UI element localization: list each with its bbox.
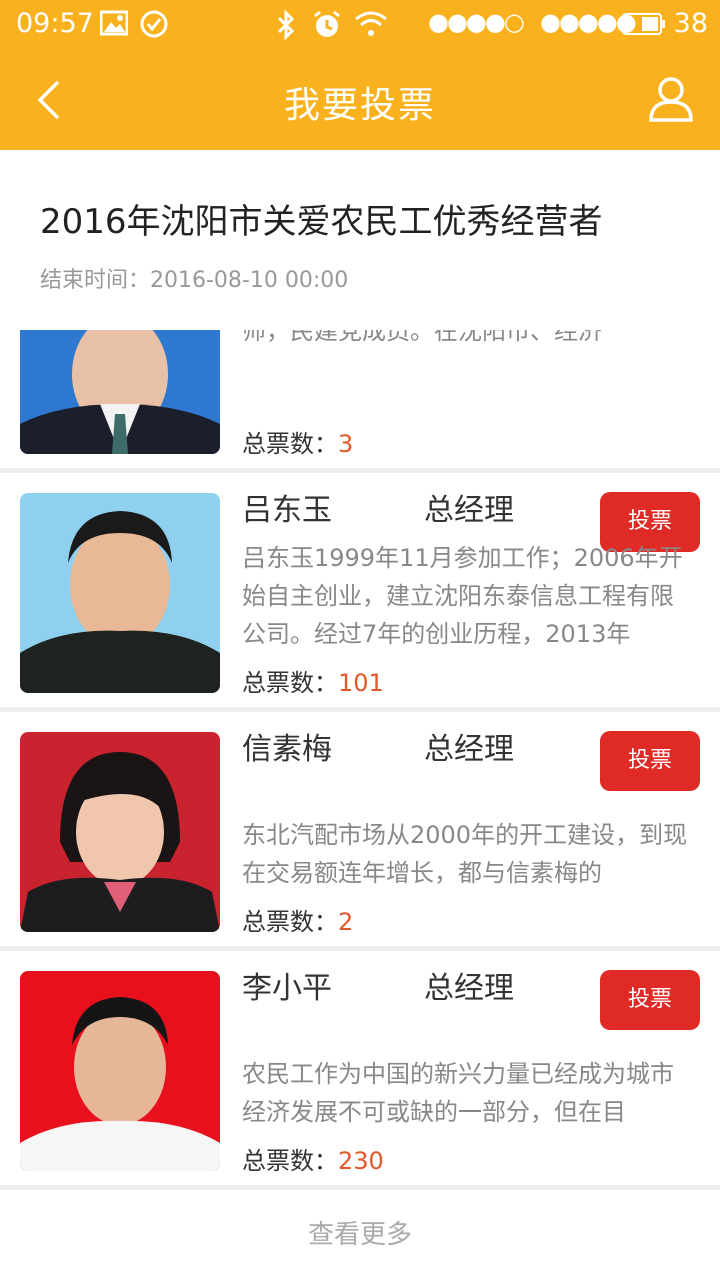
candidate-photo: [20, 493, 220, 693]
app-bar: 我要投票: [0, 50, 720, 150]
candidate-description: 东北汽配市场从2000年的开工建设，到现在交易额连年增长，都与信素梅的: [242, 821, 688, 887]
vote-count: 总票数：230: [242, 1141, 384, 1176]
signal-2: ●●●●●: [540, 8, 637, 36]
load-more-button[interactable]: 查看更多: [0, 1190, 720, 1280]
battery-level: 38: [673, 8, 708, 39]
candidate-card[interactable]: 吕东玉 总经理 投票 吕东玉1999年11月参加工作；2006年开始自主创业，建…: [0, 473, 720, 712]
battery-icon: [622, 12, 666, 40]
check-circle-icon: [140, 10, 168, 42]
candidate-description: 魏国平，男，汉族，1964年1月出生于吉林省长春市。化学博士，教授级高级工程师，…: [242, 330, 602, 345]
vote-count-label: 总票数：: [242, 1147, 338, 1175]
vote-count-value: 230: [338, 1147, 384, 1175]
vote-button[interactable]: 投票: [600, 731, 700, 791]
candidate-photo: [20, 971, 220, 1171]
candidate-card[interactable]: 魏国平，男，汉族，1964年1月出生于吉林省长春市。化学博士，教授级高级工程师，…: [0, 330, 720, 473]
candidate-photo: [20, 330, 220, 454]
wifi-icon: [354, 10, 388, 42]
candidate-role: 总经理: [424, 971, 514, 1006]
vote-count-value: 101: [338, 669, 384, 697]
alarm-icon: [312, 10, 342, 44]
vote-count: 总票数：101: [242, 663, 384, 698]
vote-count: 总票数：2: [242, 902, 353, 937]
status-time: 09:57: [16, 8, 94, 39]
candidate-list[interactable]: 魏国平，男，汉族，1964年1月出生于吉林省长春市。化学博士，教授级高级工程师，…: [0, 330, 720, 1190]
vote-count: 总票数：3: [242, 424, 353, 459]
status-bar: 09:57 ●●●●○ ●●●●● 38: [0, 0, 720, 50]
candidate-description: 农民工作为中国的新兴力量已经成为城市经济发展不可或缺的一部分，但在目: [242, 1060, 674, 1126]
candidate-card[interactable]: 李小平 总经理 投票 农民工作为中国的新兴力量已经成为城市经济发展不可或缺的一部…: [0, 951, 720, 1190]
candidate-name: 信素梅: [242, 732, 332, 767]
end-time: 结束时间：2016-08-10 00:00: [40, 268, 349, 293]
bluetooth-icon: [276, 9, 296, 44]
vote-count-value: 3: [338, 430, 354, 458]
vote-count-label: 总票数：: [242, 669, 338, 697]
vote-count-label: 总票数：: [242, 430, 338, 458]
event-header: 2016年沈阳市关爱农民工优秀经营者 结束时间：2016-08-10 00:00: [0, 150, 720, 330]
vote-count-value: 2: [338, 908, 354, 936]
candidate-photo: [20, 732, 220, 932]
candidate-role: 总经理: [424, 732, 514, 767]
page-title: 我要投票: [283, 85, 436, 126]
image-icon: [99, 10, 129, 40]
candidate-name: 李小平: [242, 971, 332, 1006]
candidate-card[interactable]: 信素梅 总经理 投票 东北汽配市场从2000年的开工建设，到现在交易额连年增长，…: [0, 712, 720, 951]
user-icon[interactable]: [648, 76, 694, 122]
candidate-role: 总经理: [424, 493, 514, 528]
event-title: 2016年沈阳市关爱农民工优秀经营者: [40, 202, 603, 242]
candidate-name: 吕东玉: [242, 493, 332, 528]
vote-button[interactable]: 投票: [600, 970, 700, 1030]
signal-1: ●●●●○: [428, 8, 525, 36]
candidate-description: 吕东玉1999年11月参加工作；2006年开始自主创业，建立沈阳东泰信息工程有限…: [242, 544, 683, 648]
vote-count-label: 总票数：: [242, 908, 338, 936]
